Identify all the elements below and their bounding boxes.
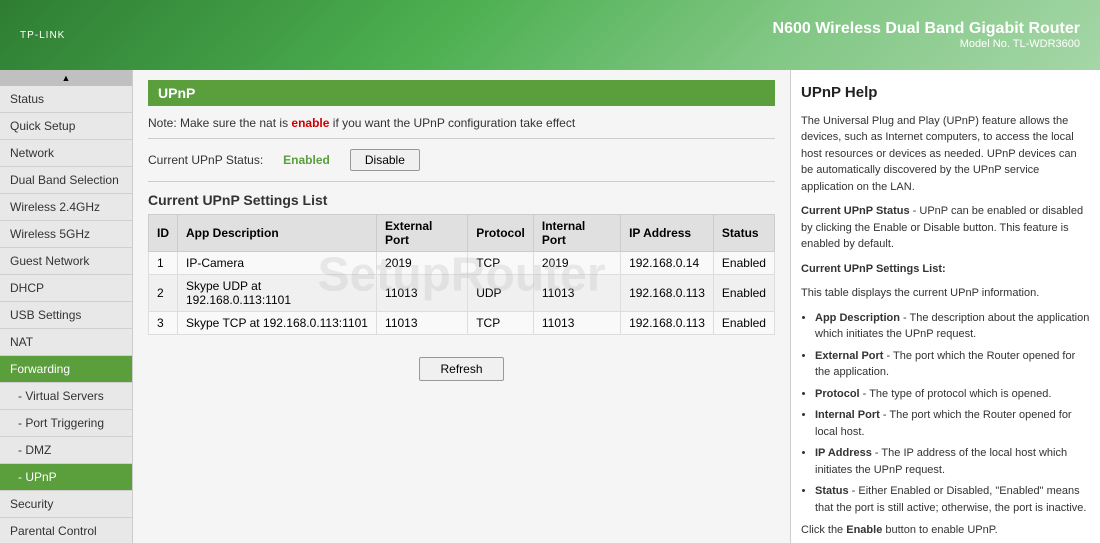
table-header-row: IDApp DescriptionExternal PortProtocolIn… [149, 215, 775, 252]
sidebar-item-upnp[interactable]: - UPnP [0, 464, 132, 491]
table-cell: IP-Camera [178, 252, 377, 275]
table-cell: TCP [468, 312, 534, 335]
enable-link: enable [291, 116, 329, 130]
table-cell: 192.168.0.14 [621, 252, 714, 275]
help-panel: UPnP Help The Universal Plug and Play (U… [790, 70, 1100, 543]
status-value: Enabled [283, 153, 330, 167]
refresh-button[interactable]: Refresh [419, 357, 503, 381]
sidebar-item-dmz[interactable]: - DMZ [0, 437, 132, 464]
sidebar-item-dhcp[interactable]: DHCP [0, 275, 132, 302]
help-title: UPnP Help [801, 82, 1090, 105]
table-header: IDApp DescriptionExternal PortProtocolIn… [149, 215, 775, 252]
table-cell: 11013 [377, 312, 468, 335]
table-cell: 1 [149, 252, 178, 275]
main-layout: ▲ StatusQuick SetupNetworkDual Band Sele… [0, 70, 1100, 543]
note-text: Note: Make sure the nat is enable if you… [148, 116, 775, 130]
table-header-status: Status [713, 215, 774, 252]
content-area: UPnP Note: Make sure the nat is enable i… [133, 70, 1100, 543]
table-cell: Enabled [713, 252, 774, 275]
table-cell: 3 [149, 312, 178, 335]
help-list-item: Protocol - The type of protocol which is… [815, 386, 1090, 403]
sidebar-item-guest-network[interactable]: Guest Network [0, 248, 132, 275]
sidebar-item-security[interactable]: Security [0, 491, 132, 518]
table-cell: 2019 [533, 252, 620, 275]
table-cell: Skype UDP at 192.168.0.113:1101 [178, 275, 377, 312]
help-list-item: Status - Either Enabled or Disabled, "En… [815, 483, 1090, 516]
router-name: N600 Wireless Dual Band Gigabit Router [773, 20, 1080, 38]
sidebar-item-dual-band[interactable]: Dual Band Selection [0, 167, 132, 194]
table-container: SetupRouter IDApp DescriptionExternal Po… [148, 214, 775, 335]
table-cell: 2 [149, 275, 178, 312]
table-cell: 2019 [377, 252, 468, 275]
table-row: 2Skype UDP at 192.168.0.113:110111013UDP… [149, 275, 775, 312]
table-row: 1IP-Camera2019TCP2019192.168.0.14Enabled [149, 252, 775, 275]
sidebar: ▲ StatusQuick SetupNetworkDual Band Sele… [0, 70, 133, 543]
table-body: 1IP-Camera2019TCP2019192.168.0.14Enabled… [149, 252, 775, 335]
table-header-external-port: External Port [377, 215, 468, 252]
sidebar-item-status[interactable]: Status [0, 86, 132, 113]
table-header-ip-address: IP Address [621, 215, 714, 252]
sidebar-item-network[interactable]: Network [0, 140, 132, 167]
table-row: 3Skype TCP at 192.168.0.113:110111013TCP… [149, 312, 775, 335]
sidebar-item-parental-control[interactable]: Parental Control [0, 518, 132, 543]
disable-button[interactable]: Disable [350, 149, 420, 171]
help-list-item: App Description - The description about … [815, 310, 1090, 343]
table-title: Current UPnP Settings List [148, 192, 775, 208]
note-prefix: Note: Make sure the nat is [148, 116, 288, 130]
sidebar-item-wireless24[interactable]: Wireless 2.4GHz [0, 194, 132, 221]
help-click-enable: Click the Enable button to enable UPnP. [801, 522, 1090, 539]
status-row: Current UPnP Status: Enabled Disable [148, 149, 775, 171]
sidebar-item-nat[interactable]: NAT [0, 329, 132, 356]
table-cell: Enabled [713, 312, 774, 335]
model-number: Model No. TL-WDR3600 [773, 38, 1080, 50]
help-list-title: Current UPnP Settings List: [801, 261, 1090, 278]
note-suffix: if you want the UPnP configuration take … [333, 116, 575, 130]
table-cell: Skype TCP at 192.168.0.113:1101 [178, 312, 377, 335]
sidebar-item-wireless5[interactable]: Wireless 5GHz [0, 221, 132, 248]
table-cell: 11013 [533, 275, 620, 312]
help-list: App Description - The description about … [815, 310, 1090, 517]
table-header-protocol: Protocol [468, 215, 534, 252]
main-content: UPnP Note: Make sure the nat is enable i… [133, 70, 790, 543]
divider-1 [148, 138, 775, 139]
sidebar-item-quick-setup[interactable]: Quick Setup [0, 113, 132, 140]
table-cell: UDP [468, 275, 534, 312]
button-container: Refresh [148, 345, 775, 381]
sidebar-scroll-up[interactable]: ▲ [0, 70, 132, 86]
sidebar-item-forwarding[interactable]: Forwarding [0, 356, 132, 383]
router-info: N600 Wireless Dual Band Gigabit Router M… [773, 20, 1080, 50]
help-list-item: Internal Port - The port which the Route… [815, 407, 1090, 440]
table-cell: 11013 [377, 275, 468, 312]
help-list-intro: This table displays the current UPnP inf… [801, 285, 1090, 302]
sidebar-items: StatusQuick SetupNetworkDual Band Select… [0, 86, 132, 543]
table-header-internal-port: Internal Port [533, 215, 620, 252]
table-cell: TCP [468, 252, 534, 275]
sidebar-item-port-triggering[interactable]: - Port Triggering [0, 410, 132, 437]
logo-text: TP-LINK [20, 30, 65, 41]
header: TP-LINK N600 Wireless Dual Band Gigabit … [0, 0, 1100, 70]
table-cell: 192.168.0.113 [621, 312, 714, 335]
page-title: UPnP [148, 80, 775, 106]
help-list-item: External Port - The port which the Route… [815, 348, 1090, 381]
table-cell: 192.168.0.113 [621, 275, 714, 312]
table-cell: Enabled [713, 275, 774, 312]
logo: TP-LINK [20, 30, 65, 41]
help-list-item: IP Address - The IP address of the local… [815, 445, 1090, 478]
upnp-table: IDApp DescriptionExternal PortProtocolIn… [148, 214, 775, 335]
table-header-app-description: App Description [178, 215, 377, 252]
table-header-id: ID [149, 215, 178, 252]
divider-2 [148, 181, 775, 182]
status-label: Current UPnP Status: [148, 153, 263, 167]
help-status: Current UPnP Status - UPnP can be enable… [801, 203, 1090, 253]
table-cell: 11013 [533, 312, 620, 335]
sidebar-item-virtual-servers[interactable]: - Virtual Servers [0, 383, 132, 410]
help-intro: The Universal Plug and Play (UPnP) featu… [801, 113, 1090, 196]
sidebar-item-usb-settings[interactable]: USB Settings [0, 302, 132, 329]
